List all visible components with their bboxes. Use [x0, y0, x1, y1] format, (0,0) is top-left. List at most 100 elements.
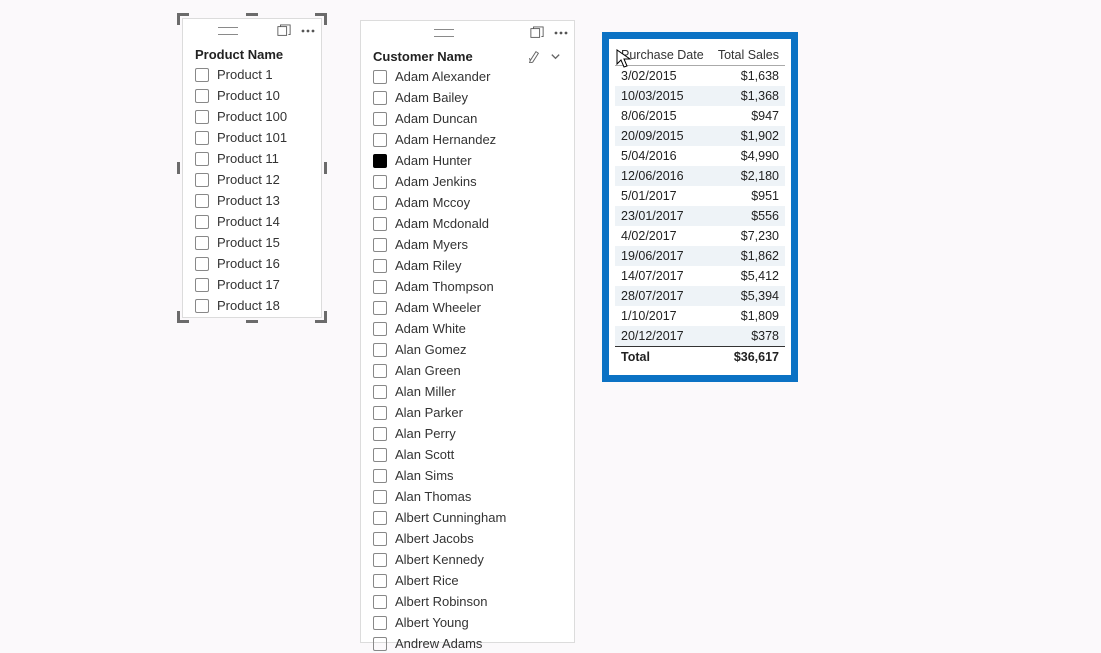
slicer-item[interactable]: Adam Mcdonald [369, 213, 566, 234]
slicer-item[interactable]: Product 11 [191, 148, 313, 169]
checkbox-icon[interactable] [373, 322, 387, 336]
checkbox-icon[interactable] [373, 112, 387, 126]
checkbox-icon[interactable] [373, 427, 387, 441]
checkbox-icon[interactable] [373, 133, 387, 147]
checkbox-icon[interactable] [373, 301, 387, 315]
checkbox-icon[interactable] [373, 238, 387, 252]
slicer-item[interactable]: Adam Wheeler [369, 297, 566, 318]
checkbox-icon[interactable] [373, 406, 387, 420]
product-slicer[interactable]: Product Name Product 1Product 10Product … [182, 18, 322, 318]
table-row[interactable]: 12/06/2016$2,180 [615, 166, 785, 186]
table-row[interactable]: 28/07/2017$5,394 [615, 286, 785, 306]
table-row[interactable]: 3/02/2015$1,638 [615, 66, 785, 87]
resize-handle-top[interactable] [246, 13, 258, 25]
checkbox-icon[interactable] [373, 448, 387, 462]
checkbox-icon[interactable] [195, 236, 209, 250]
slicer-item[interactable]: Adam Thompson [369, 276, 566, 297]
checkbox-icon[interactable] [195, 173, 209, 187]
checkbox-icon[interactable] [373, 364, 387, 378]
slicer-item[interactable]: Adam White [369, 318, 566, 339]
slicer-item[interactable]: Adam Mccoy [369, 192, 566, 213]
table-row[interactable]: 10/03/2015$1,368 [615, 86, 785, 106]
table-row[interactable]: 14/07/2017$5,412 [615, 266, 785, 286]
slicer-item[interactable]: Albert Kennedy [369, 549, 566, 570]
resize-handle-top-left[interactable] [177, 13, 189, 25]
checkbox-icon[interactable] [373, 637, 387, 651]
slicer-item[interactable]: Alan Parker [369, 402, 566, 423]
slicer-item[interactable]: Adam Alexander [369, 66, 566, 87]
customer-slicer[interactable]: Customer Name Adam AlexanderAdam BaileyA… [360, 20, 575, 643]
checkbox-icon[interactable] [373, 196, 387, 210]
col-purchase-date[interactable]: Purchase Date [615, 45, 711, 66]
slicer-item[interactable]: Alan Scott [369, 444, 566, 465]
table-row[interactable]: 5/01/2017$951 [615, 186, 785, 206]
slicer-item[interactable]: Adam Myers [369, 234, 566, 255]
slicer-item[interactable]: Albert Robinson [369, 591, 566, 612]
slicer-item[interactable]: Alan Miller [369, 381, 566, 402]
slicer-item[interactable]: Adam Duncan [369, 108, 566, 129]
slicer-item[interactable]: Adam Hunter [369, 150, 566, 171]
slicer-item[interactable]: Alan Green [369, 360, 566, 381]
slicer-item[interactable]: Adam Riley [369, 255, 566, 276]
checkbox-icon[interactable] [373, 259, 387, 273]
checkbox-icon[interactable] [195, 278, 209, 292]
checkbox-icon[interactable] [195, 257, 209, 271]
checkbox-icon[interactable] [373, 385, 387, 399]
slicer-item[interactable]: Albert Cunningham [369, 507, 566, 528]
slicer-item[interactable]: Product 14 [191, 211, 313, 232]
checkbox-icon[interactable] [195, 152, 209, 166]
checkbox-icon[interactable] [195, 194, 209, 208]
table-row[interactable]: 23/01/2017$556 [615, 206, 785, 226]
table-row[interactable]: 19/06/2017$1,862 [615, 246, 785, 266]
table-row[interactable]: 8/06/2015$947 [615, 106, 785, 126]
sales-table-visual[interactable]: Purchase Date Total Sales 3/02/2015$1,63… [602, 32, 798, 382]
slicer-item[interactable]: Product 13 [191, 190, 313, 211]
slicer-item[interactable]: Adam Bailey [369, 87, 566, 108]
checkbox-icon[interactable] [195, 89, 209, 103]
checkbox-icon[interactable] [373, 532, 387, 546]
drag-handle-icon[interactable] [434, 29, 454, 37]
dropdown-icon[interactable] [548, 50, 562, 64]
col-total-sales[interactable]: Total Sales [711, 45, 785, 66]
resize-handle-bottom[interactable] [246, 311, 258, 323]
checkbox-icon[interactable] [195, 131, 209, 145]
checkbox-icon[interactable] [373, 175, 387, 189]
checkbox-icon[interactable] [373, 511, 387, 525]
resize-handle-bottom-left[interactable] [177, 311, 189, 323]
resize-handle-right[interactable] [315, 166, 327, 178]
slicer-item[interactable]: Product 17 [191, 274, 313, 295]
slicer-item[interactable]: Andrew Adams [369, 633, 566, 653]
focus-mode-icon[interactable] [277, 24, 291, 38]
table-row[interactable]: 20/12/2017$378 [615, 326, 785, 347]
checkbox-icon[interactable] [373, 343, 387, 357]
table-row[interactable]: 4/02/2017$7,230 [615, 226, 785, 246]
more-options-icon[interactable] [301, 24, 315, 38]
more-options-icon[interactable] [554, 26, 568, 40]
table-row[interactable]: 1/10/2017$1,809 [615, 306, 785, 326]
checkbox-icon[interactable] [195, 110, 209, 124]
slicer-item[interactable]: Product 101 [191, 127, 313, 148]
checkbox-icon[interactable] [373, 217, 387, 231]
checkbox-icon[interactable] [195, 299, 209, 313]
checkbox-icon[interactable] [195, 215, 209, 229]
checkbox-icon[interactable] [195, 68, 209, 82]
slicer-item[interactable]: Product 100 [191, 106, 313, 127]
checkbox-icon[interactable] [373, 154, 387, 168]
slicer-item[interactable]: Product 1 [191, 64, 313, 85]
checkbox-icon[interactable] [373, 574, 387, 588]
table-row[interactable]: 5/04/2016$4,990 [615, 146, 785, 166]
checkbox-icon[interactable] [373, 490, 387, 504]
slicer-item[interactable]: Product 12 [191, 169, 313, 190]
checkbox-icon[interactable] [373, 280, 387, 294]
resize-handle-bottom-right[interactable] [315, 311, 327, 323]
checkbox-icon[interactable] [373, 553, 387, 567]
slicer-item[interactable]: Product 10 [191, 85, 313, 106]
slicer-item[interactable]: Alan Gomez [369, 339, 566, 360]
slicer-item[interactable]: Product 15 [191, 232, 313, 253]
checkbox-icon[interactable] [373, 616, 387, 630]
slicer-item[interactable]: Adam Hernandez [369, 129, 566, 150]
drag-handle-icon[interactable] [218, 27, 238, 35]
slicer-item[interactable]: Alan Sims [369, 465, 566, 486]
checkbox-icon[interactable] [373, 91, 387, 105]
checkbox-icon[interactable] [373, 469, 387, 483]
